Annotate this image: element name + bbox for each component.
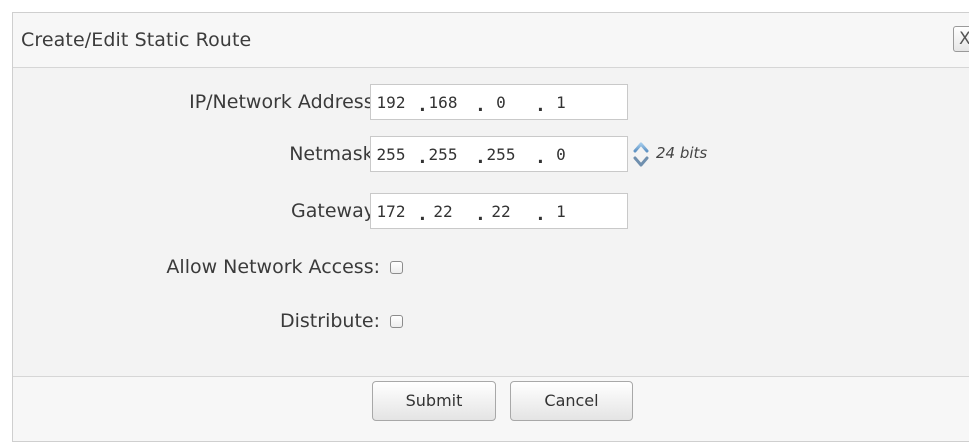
distribute-checkbox[interactable] — [390, 315, 403, 328]
gateway-octet-3[interactable]: 22 — [483, 202, 519, 221]
ip-address-row: IP/Network Address: 192 . 168 . 0 . 1 — [13, 84, 969, 120]
ip-address-octet-2[interactable]: 168 — [425, 93, 461, 112]
chevron-up-icon[interactable] — [633, 139, 649, 153]
ip-address-octet-4[interactable]: 1 — [543, 93, 579, 112]
netmask-bits-text: 24 bits — [656, 144, 708, 162]
submit-button[interactable]: Submit — [372, 381, 496, 421]
allow-network-access-label: Allow Network Access: — [166, 256, 380, 278]
cancel-button[interactable]: Cancel — [510, 381, 633, 421]
dialog-title: Create/Edit Static Route — [21, 29, 252, 51]
static-route-dialog: Create/Edit Static Route X IP/Network Ad… — [12, 12, 969, 442]
gateway-octet-1[interactable]: 172 — [373, 202, 409, 221]
netmask-octet-1[interactable]: 255 — [373, 145, 409, 164]
netmask-input[interactable]: 255 . 255 . 255 . 0 — [370, 136, 628, 172]
netmask-octet-3[interactable]: 255 — [483, 145, 519, 164]
gateway-row: Gateway: 172 . 22 . 22 . 1 — [13, 193, 969, 229]
netmask-row: Netmask: 255 . 255 . 255 . 0 24 bits — [13, 136, 969, 172]
ip-address-octet-1[interactable]: 192 — [373, 93, 409, 112]
close-button[interactable]: X — [953, 26, 969, 52]
gateway-label: Gateway: — [291, 200, 380, 222]
gateway-input[interactable]: 172 . 22 . 22 . 1 — [370, 193, 628, 229]
allow-network-access-row: Allow Network Access: — [13, 249, 969, 285]
gateway-octet-2[interactable]: 22 — [425, 202, 461, 221]
distribute-label: Distribute: — [280, 310, 380, 332]
ip-address-input[interactable]: 192 . 168 . 0 . 1 — [370, 84, 628, 120]
allow-network-access-checkbox[interactable] — [390, 261, 403, 274]
dialog-titlebar: Create/Edit Static Route X — [13, 13, 969, 68]
netmask-octet-4[interactable]: 0 — [543, 145, 579, 164]
distribute-row: Distribute: — [13, 303, 969, 339]
ip-address-label: IP/Network Address: — [189, 91, 380, 113]
ip-address-octet-3[interactable]: 0 — [483, 93, 519, 112]
netmask-bits-spinner[interactable] — [633, 139, 649, 169]
gateway-octet-4[interactable]: 1 — [543, 202, 579, 221]
close-icon: X — [959, 29, 969, 49]
chevron-down-icon[interactable] — [633, 154, 649, 168]
netmask-octet-2[interactable]: 255 — [425, 145, 461, 164]
netmask-label: Netmask: — [289, 143, 380, 165]
